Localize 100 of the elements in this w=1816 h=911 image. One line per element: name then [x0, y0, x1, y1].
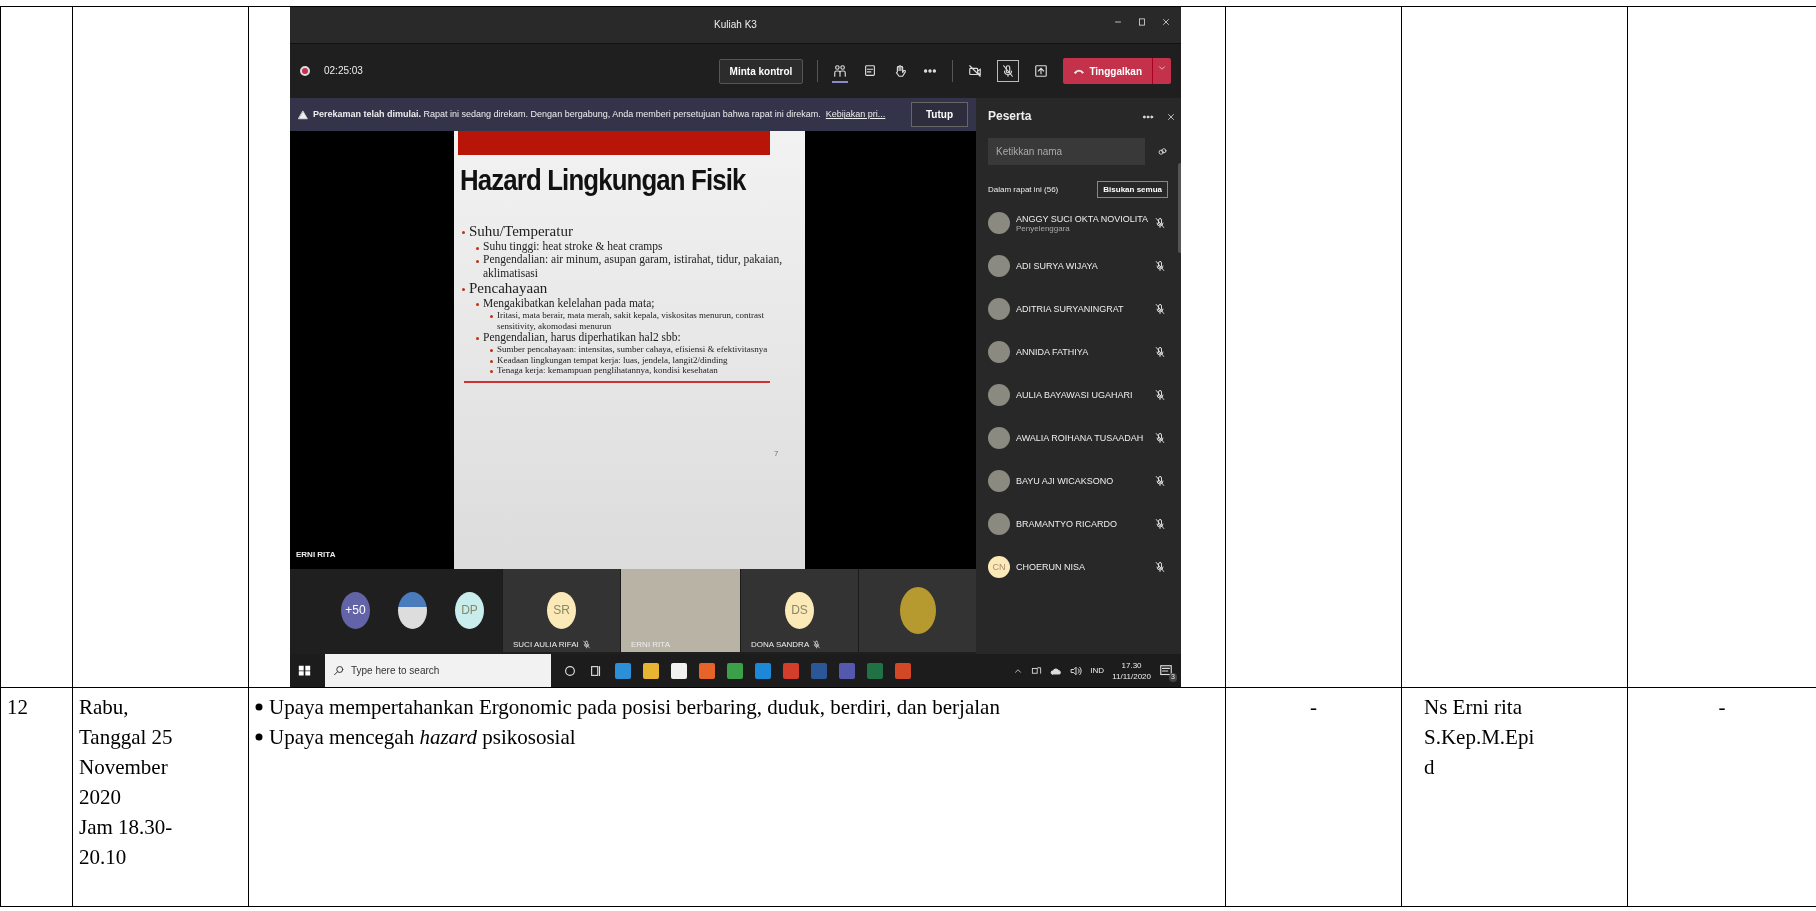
app-icon[interactable] [643, 662, 659, 679]
bullet-icon [462, 231, 465, 235]
bullet-icon [490, 349, 493, 353]
participant-name: ANNIDA FATHIYA [1016, 347, 1090, 358]
date-text: Rabu, Tanggal 25 November 2020 Jam 18.30- 20.10 [79, 694, 173, 871]
slide-bullet: Pencahayaan [469, 279, 548, 298]
avatar-photo [988, 427, 1010, 450]
participant-name: BRAMANTYO RICARDO [1016, 519, 1118, 530]
mic-off-icon[interactable] [1154, 561, 1167, 574]
share-icon [1034, 64, 1049, 78]
notification-icon[interactable] [1159, 663, 1173, 678]
close-icon[interactable] [1166, 111, 1177, 122]
hand-icon [893, 64, 908, 78]
warning-icon [298, 109, 308, 120]
initials-avatar: SR [547, 592, 576, 629]
participant-row[interactable]: BAYU AJI WICAKSONO [976, 459, 1179, 503]
close-icon[interactable] [1161, 17, 1171, 27]
bullet-icon [476, 303, 479, 307]
participant-name: BAYU AJI WICAKSONO [1016, 476, 1115, 487]
initials-avatar: CN [988, 556, 1010, 579]
slide-bullet: Sumber pencahayaan: intensitas, sumber cahaya, efisiensi & efektivitasnya [497, 344, 768, 355]
maximize-icon[interactable] [1137, 17, 1147, 27]
avatar-photo [988, 513, 1010, 536]
bullet-icon [476, 337, 479, 341]
topic-text: Upaya mempertahankan Ergonomic pada posisi berbaring, duduk, berdiri, dan berjalan [269, 694, 1000, 721]
participant-row[interactable]: BRAMANTYO RICARDO [976, 502, 1179, 546]
language-indicator[interactable]: IND [1090, 665, 1105, 676]
call-timer: 02:25:03 [324, 65, 363, 77]
participant-name: CHOERUN NISA [1016, 562, 1086, 573]
table-cell-text: - [1310, 694, 1317, 721]
initials-avatar: DP [455, 592, 484, 629]
section-label: Dalam rapat ini (56) [988, 184, 1059, 194]
speaker-icon[interactable] [1070, 664, 1083, 677]
link-icon[interactable] [1157, 145, 1168, 157]
clock-date[interactable]: 11/11/2020 [1112, 670, 1151, 682]
slide-bullet: Mengakibatkan kelelahan pada mata; [483, 297, 655, 311]
mic-off-icon[interactable] [1154, 217, 1167, 230]
mic-off-icon[interactable] [1154, 389, 1167, 402]
chat-icon [863, 64, 878, 78]
search-placeholder: Type here to search [351, 664, 440, 677]
participant-row[interactable]: ANNIDA FATHIYA [976, 330, 1179, 374]
mic-off-icon[interactable] [1154, 260, 1167, 273]
mic-off-icon [812, 639, 822, 649]
mic-off-icon[interactable] [1154, 346, 1167, 359]
participant-row[interactable]: AWALIA ROIHANA TUSAADAH [976, 416, 1179, 460]
avatar-photo [988, 341, 1010, 364]
participant-row[interactable]: ADITRIA SURYANINGRAT [976, 287, 1179, 331]
window-title: Kuliah K3 [714, 19, 757, 31]
avatar-photo [988, 212, 1010, 235]
close-banner-button[interactable]: Tutup [910, 102, 968, 127]
request-control-button[interactable]: Minta kontrol [718, 58, 804, 84]
people-icon [833, 64, 848, 78]
bullet-icon [255, 733, 263, 742]
privacy-link[interactable]: Kebijakan pri... [825, 109, 886, 120]
participant-row[interactable]: ADI SURYA WIJAYA [976, 244, 1179, 288]
table-cell-text: - [1718, 694, 1726, 721]
participant-row[interactable]: AULIA BAYAWASI UGAHARI [976, 373, 1179, 417]
mic-off-toolbar-button[interactable] [997, 60, 1020, 82]
clock-time[interactable]: 17.30 [1121, 659, 1142, 671]
slide-bullet: Suhu tinggi: heat stroke & heat cramps [483, 240, 663, 254]
taskbar-search-field[interactable]: Type here to search [325, 654, 551, 687]
slide-bullet: Keadaan lingkungan tempat kerja: luas, jendela, langit2/dinding [497, 354, 728, 365]
search-icon [333, 664, 345, 677]
panel-title: Peserta [987, 108, 1033, 124]
slide-title: Hazard Lingkungan Fisik [460, 163, 746, 197]
name-search-field[interactable]: Ketikkan nama [988, 137, 1145, 165]
avatar-photo [398, 592, 427, 629]
mic-off-icon [581, 639, 591, 649]
leave-button[interactable]: Tinggalkan [1063, 58, 1152, 84]
mic-off-icon[interactable] [1154, 432, 1167, 445]
initials-avatar: +50 [341, 592, 370, 629]
participant-name: AULIA BAYAWASI UGAHARI [1016, 390, 1134, 401]
participant-name: ANGGY SUCI OKTA NOVIOLITA [1016, 213, 1149, 224]
participant-name: AWALIA ROIHANA TUSAADAH [1016, 433, 1145, 444]
lecturer-name: Ns Erni rita S.Kep.M.Epi d [1424, 694, 1535, 781]
slide-bullet: Iritasi, mata berair, mata merah, sakit kepala, viskositas menurun, contrast sensitivity, akomodasi menurun [497, 310, 766, 332]
mute-all-button[interactable]: Bisukan semua [1097, 180, 1169, 198]
camera-off-icon [968, 64, 983, 78]
topic-text: Upaya mencegah hazard psikososial [269, 724, 576, 751]
initials-avatar: DS [785, 592, 814, 629]
bullet-icon [255, 703, 263, 712]
app-icon[interactable] [671, 662, 687, 679]
circle-icon[interactable] [563, 663, 577, 678]
task-view-icon[interactable] [589, 663, 603, 678]
slide-bullet: Pengendalian: air minum, asupan garam, istirahat, tidur, pakaian, aklimatisasi [483, 253, 784, 280]
avatar-photo [899, 587, 936, 634]
windows-icon[interactable] [298, 664, 311, 677]
banner-text: Perekaman telah dimulai. Rapat ini sedang direkam. Dengan bergabung, Anda memberi persetujuan bahwa rapat ini direkam. [313, 109, 821, 120]
bullet-icon [490, 315, 493, 319]
mic-off-icon[interactable] [1154, 518, 1167, 531]
network-icon[interactable] [1031, 665, 1043, 676]
row-number: 12 [7, 694, 28, 721]
mic-off-icon[interactable] [1154, 303, 1167, 316]
avatar-photo [988, 384, 1010, 407]
participant-row[interactable]: ANGGY SUCI OKTA NOVIOLITA Penyelenggara [976, 201, 1179, 245]
participant-role: Penyelenggara [1016, 223, 1071, 234]
avatar-photo [988, 255, 1010, 278]
participant-row[interactable]: CN CHOERUN NISA [976, 545, 1179, 589]
mic-off-icon [1001, 64, 1016, 78]
mic-off-icon[interactable] [1154, 475, 1167, 488]
